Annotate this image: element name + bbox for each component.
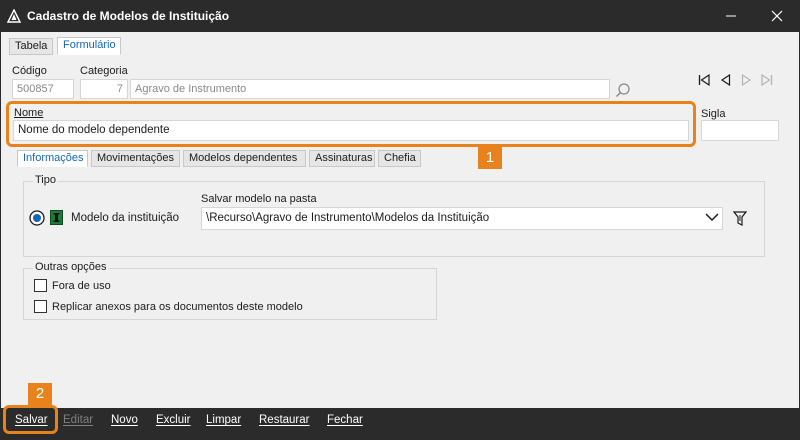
highlight-nome (6, 101, 696, 147)
app-icon (7, 9, 21, 23)
tab-formulario[interactable]: Formulário (57, 37, 121, 55)
fechar-button[interactable]: Fechar (327, 414, 363, 426)
folder-label: Salvar modelo na pasta (201, 193, 317, 205)
chevron-down-icon[interactable] (705, 211, 719, 223)
folder-select[interactable]: \Recurso\Agravo de Instrumento\Modelos d… (201, 207, 723, 230)
next-record-icon[interactable] (739, 73, 753, 87)
editar-button[interactable]: Editar (63, 414, 93, 426)
radio-label: Modelo da instituição (71, 212, 180, 224)
outras-opcoes-title: Outras opções (33, 261, 109, 273)
novo-button[interactable]: Novo (111, 414, 138, 426)
minimize-icon (726, 15, 736, 17)
institution-icon (50, 210, 63, 225)
subtab-label: Chefia (384, 152, 416, 164)
subtab-informacoes[interactable]: Informações (17, 150, 88, 167)
categoria-name-field[interactable]: Agravo de Instrumento (130, 79, 610, 99)
step-badge-2: 2 (28, 383, 52, 405)
codigo-field[interactable]: 500857 (12, 79, 74, 99)
folder-value: \Recurso\Agravo de Instrumento\Modelos d… (206, 212, 490, 224)
window-title: Cadastro de Modelos de Instituição (27, 9, 230, 23)
title-bar: Cadastro de Modelos de Instituição (0, 0, 800, 32)
replicar-anexos-label: Replicar anexos para os documentos deste… (52, 301, 303, 313)
codigo-label: Código (12, 65, 47, 77)
tab-tabela[interactable]: Tabela (9, 38, 53, 55)
step-badge-1: 1 (478, 147, 502, 169)
minimize-button[interactable] (708, 0, 754, 32)
restaurar-button[interactable]: Restaurar (259, 414, 310, 426)
subtab-label: Modelos dependentes (189, 152, 298, 164)
first-record-icon[interactable] (697, 73, 711, 87)
fora-de-uso-label: Fora de uso (52, 280, 111, 292)
tab-label: Tabela (15, 40, 48, 52)
highlight-salvar (3, 405, 58, 434)
subtab-movimentacoes[interactable]: Movimentações (91, 150, 180, 167)
replicar-anexos-checkbox[interactable] (34, 300, 47, 313)
tab-label: Formulário (63, 39, 116, 51)
fora-de-uso-checkbox[interactable] (34, 279, 47, 292)
last-record-icon[interactable] (760, 73, 774, 87)
close-icon (771, 10, 783, 22)
excluir-button[interactable]: Excluir (156, 414, 191, 426)
radio-modelo-instituicao[interactable] (29, 210, 45, 226)
categoria-label: Categoria (80, 65, 128, 77)
filter-icon[interactable] (733, 211, 747, 227)
sigla-label: Sigla (701, 108, 726, 120)
subtab-assinaturas[interactable]: Assinaturas (309, 150, 375, 167)
subtab-label: Informações (23, 152, 84, 164)
search-icon[interactable] (614, 81, 632, 99)
limpar-button[interactable]: Limpar (206, 414, 241, 426)
categoria-code-field[interactable]: 7 (80, 79, 128, 99)
sigla-field[interactable] (701, 120, 779, 141)
subtab-modelos-dependentes[interactable]: Modelos dependentes (183, 150, 306, 167)
bottom-toolbar: Salvar Editar Novo Excluir Limpar Restau… (0, 408, 800, 440)
tipo-group-title: Tipo (33, 174, 58, 186)
subtab-label: Movimentações (97, 152, 175, 164)
close-button[interactable] (754, 0, 800, 32)
subtab-chefia[interactable]: Chefia (378, 150, 421, 167)
previous-record-icon[interactable] (719, 73, 733, 87)
subtab-label: Assinaturas (315, 152, 373, 164)
